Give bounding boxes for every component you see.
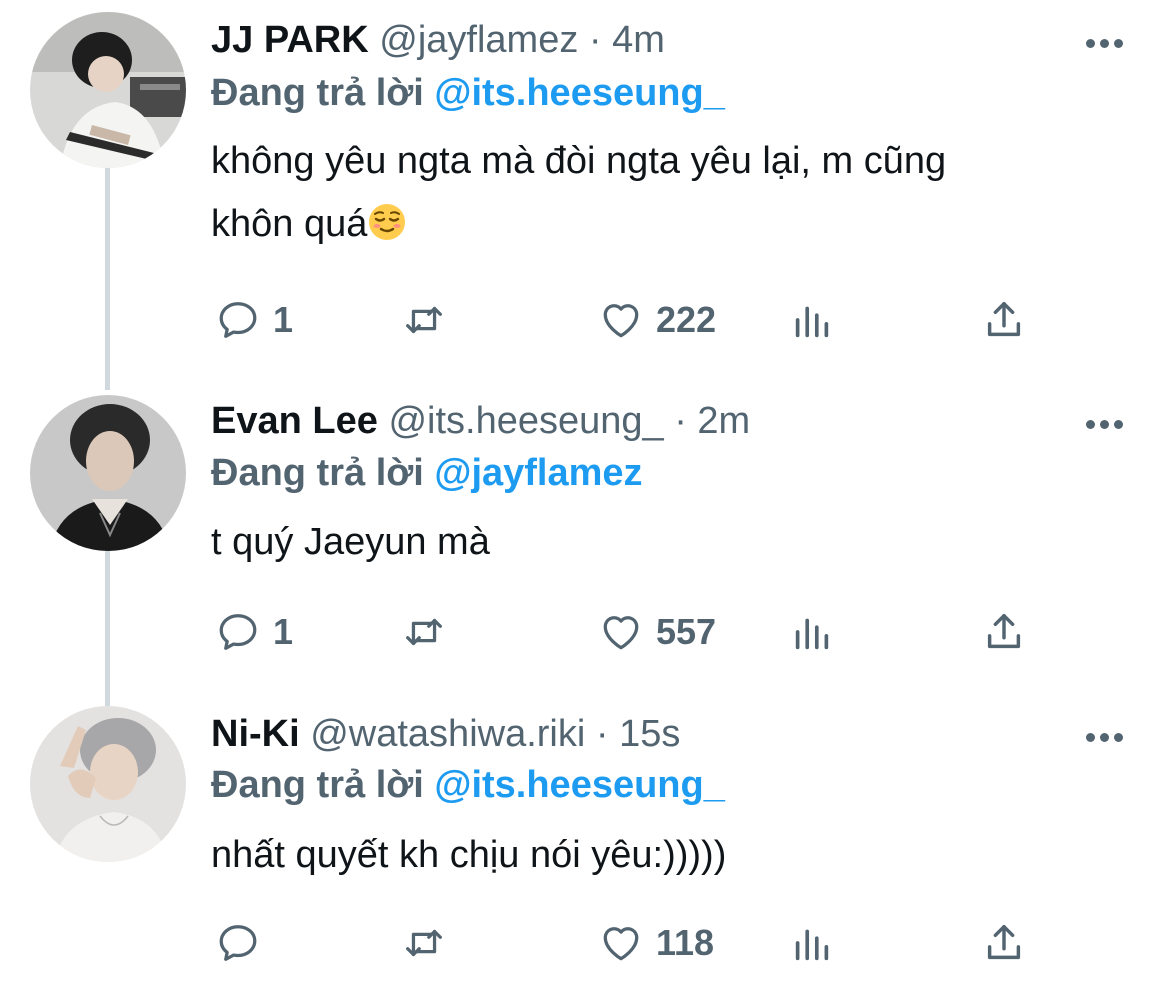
- tweet-header: Evan Lee @its.heeseung_ · 2m: [211, 396, 1020, 446]
- tweet[interactable]: Evan Lee @its.heeseung_ · 2m Đang trả lờ…: [0, 393, 1170, 703]
- views-icon: [795, 929, 829, 961]
- replying-to: Đang trả lời @its.heeseung_: [211, 760, 1130, 810]
- user-handle[interactable]: @its.heeseung_: [388, 400, 663, 442]
- like-button[interactable]: 557: [598, 607, 716, 657]
- replying-mention-link[interactable]: @its.heeseung_: [434, 72, 724, 114]
- heart-icon: [603, 616, 639, 650]
- replying-label: Đang trả lời: [211, 452, 424, 494]
- views-button[interactable]: [789, 295, 835, 345]
- tweet-text-line: không yêu ngta mà đòi ngta yêu lại, m cũ…: [211, 140, 947, 182]
- replying-label: Đang trả lời: [211, 72, 424, 114]
- timestamp[interactable]: 2m: [697, 400, 750, 442]
- views-button[interactable]: [789, 607, 835, 657]
- tweet-text-fragment: khôn quá: [211, 203, 368, 245]
- reply-thread: JJ PARK @jayflamez · 4m Đang trả lời @it…: [0, 0, 1170, 981]
- tweet-text-line: t quý Jaeyun mà: [211, 521, 490, 563]
- user-handle[interactable]: @watashiwa.riki: [310, 713, 585, 755]
- tweet-actions: 1 557: [211, 607, 1041, 657]
- separator-dot: ·: [588, 19, 602, 61]
- retweet-icon: [406, 306, 442, 334]
- reply-button[interactable]: 1: [215, 607, 293, 657]
- retweet-icon: [406, 929, 442, 957]
- tweet[interactable]: JJ PARK @jayflamez · 4m Đang trả lời @it…: [0, 0, 1170, 393]
- tweet-text: nhất quyết kh chịu nói yêu:))))): [211, 824, 1120, 887]
- tweet-actions: 1 222: [211, 295, 1041, 345]
- user-handle[interactable]: @jayflamez: [379, 19, 578, 61]
- views-icon: [795, 618, 829, 650]
- views-icon: [795, 306, 829, 338]
- avatar[interactable]: [30, 12, 186, 168]
- replying-mention-link[interactable]: @jayflamez: [434, 452, 642, 494]
- share-button[interactable]: [981, 295, 1027, 345]
- tweet-header: JJ PARK @jayflamez · 4m: [211, 15, 1020, 65]
- share-button[interactable]: [981, 918, 1027, 968]
- reply-button[interactable]: [215, 918, 273, 968]
- separator-dot: ·: [674, 400, 687, 442]
- retweet-button[interactable]: [401, 918, 447, 968]
- share-button[interactable]: [981, 607, 1027, 657]
- tweet-text: không yêu ngta mà đòi ngta yêu lại, m cũ…: [211, 130, 1120, 256]
- tweet-actions: 118: [211, 918, 1041, 968]
- reply-icon: [219, 302, 257, 338]
- heart-icon: [603, 304, 639, 338]
- more-icon[interactable]: [1086, 416, 1132, 436]
- avatar-image: [30, 12, 186, 168]
- retweet-button[interactable]: [401, 607, 447, 657]
- heart-icon: [603, 927, 639, 961]
- reply-icon: [219, 614, 257, 650]
- like-count: 222: [656, 299, 717, 340]
- tweet-text-line: khôn quá: [211, 193, 1120, 256]
- more-icon[interactable]: [1086, 35, 1132, 55]
- tweet[interactable]: Ni-Ki @watashiwa.riki · 15s Đang trả lời…: [0, 703, 1170, 981]
- display-name[interactable]: JJ PARK: [211, 19, 369, 61]
- share-icon: [987, 301, 1021, 337]
- like-button[interactable]: 222: [598, 295, 716, 345]
- tweet-header: Ni-Ki @watashiwa.riki · 15s: [211, 709, 1020, 759]
- separator-dot: ·: [595, 713, 609, 755]
- like-button[interactable]: 118: [598, 918, 714, 968]
- like-count: 557: [656, 611, 717, 652]
- replying-label: Đang trả lời: [211, 764, 424, 806]
- tweet-text-line: nhất quyết kh chịu nói yêu:))))): [211, 834, 727, 876]
- views-button[interactable]: [789, 918, 835, 968]
- display-name[interactable]: Ni-Ki: [211, 713, 300, 755]
- avatar-image: [30, 706, 186, 862]
- more-icon[interactable]: [1086, 729, 1132, 749]
- retweet-button[interactable]: [401, 295, 447, 345]
- display-name[interactable]: Evan Lee: [211, 400, 378, 442]
- replying-mention-link[interactable]: @its.heeseung_: [434, 764, 724, 806]
- like-count: 118: [656, 922, 715, 963]
- tweet-text: t quý Jaeyun mà: [211, 511, 1120, 574]
- timestamp[interactable]: 15s: [619, 713, 680, 755]
- timestamp[interactable]: 4m: [612, 19, 665, 61]
- retweet-icon: [406, 618, 442, 646]
- relieved-face-emoji-icon: [369, 204, 406, 240]
- replying-to: Đang trả lời @jayflamez: [211, 448, 1130, 498]
- share-icon: [987, 924, 1021, 960]
- share-icon: [987, 613, 1021, 649]
- avatar-image: [30, 395, 186, 551]
- replying-to: Đang trả lời @its.heeseung_: [211, 68, 1130, 118]
- reply-button[interactable]: 1: [215, 295, 293, 345]
- avatar[interactable]: [30, 395, 186, 551]
- reply-count: 1: [273, 611, 294, 652]
- avatar[interactable]: [30, 706, 186, 862]
- reply-count: 1: [273, 299, 294, 340]
- reply-icon: [219, 925, 257, 961]
